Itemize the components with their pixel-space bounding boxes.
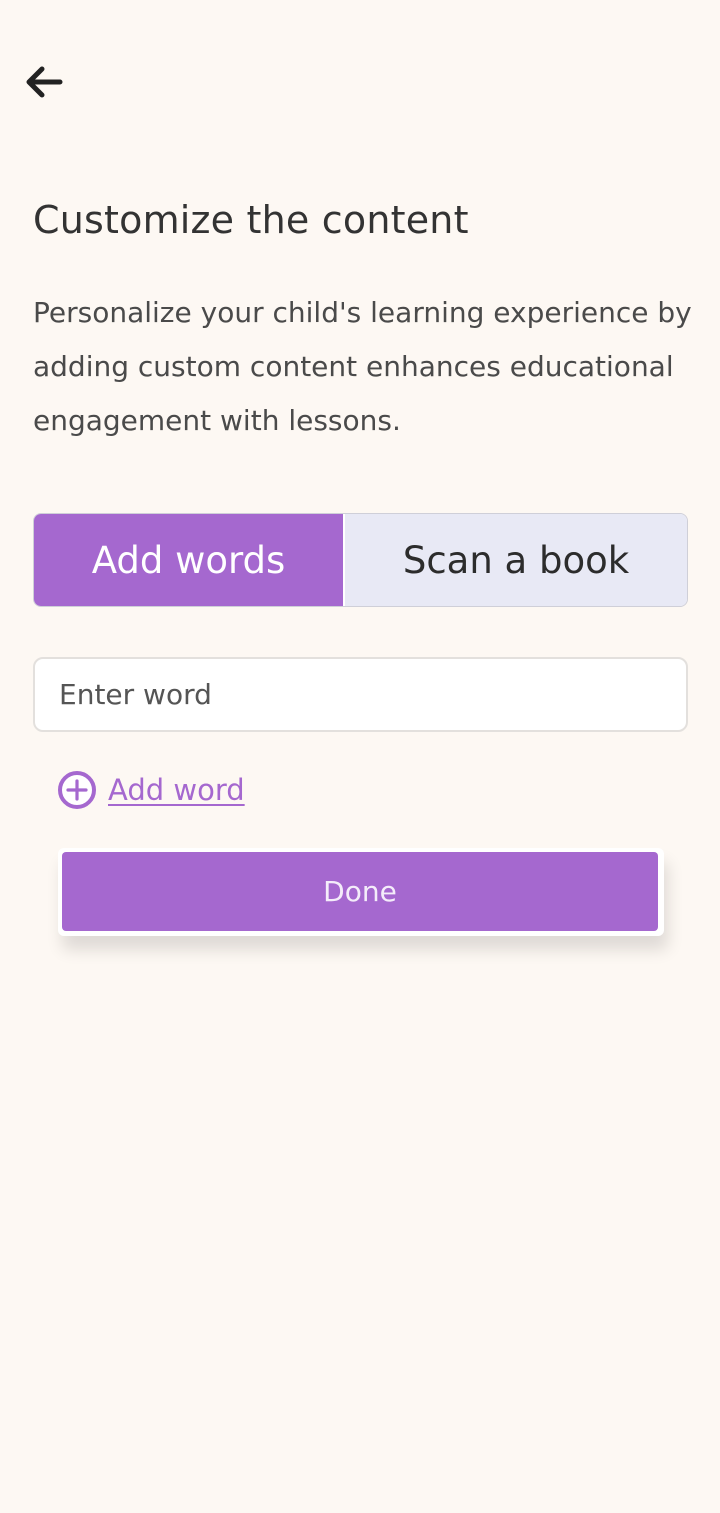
page-title: Customize the content <box>33 198 469 242</box>
plus-circle-icon <box>58 771 96 809</box>
tab-scan-a-book[interactable]: Scan a book <box>343 514 687 606</box>
back-button[interactable] <box>18 56 70 108</box>
add-word-link[interactable]: Add word <box>57 770 245 810</box>
word-input[interactable] <box>33 657 688 732</box>
done-button-container: Done <box>58 848 664 936</box>
add-word-label: Add word <box>108 773 245 807</box>
page-description: Personalize your child's learning experi… <box>33 296 692 437</box>
tab-add-words[interactable]: Add words <box>34 514 343 606</box>
arrow-left-icon <box>26 66 63 98</box>
done-button[interactable]: Done <box>62 852 658 931</box>
content-type-tabs: Add words Scan a book <box>33 513 688 607</box>
